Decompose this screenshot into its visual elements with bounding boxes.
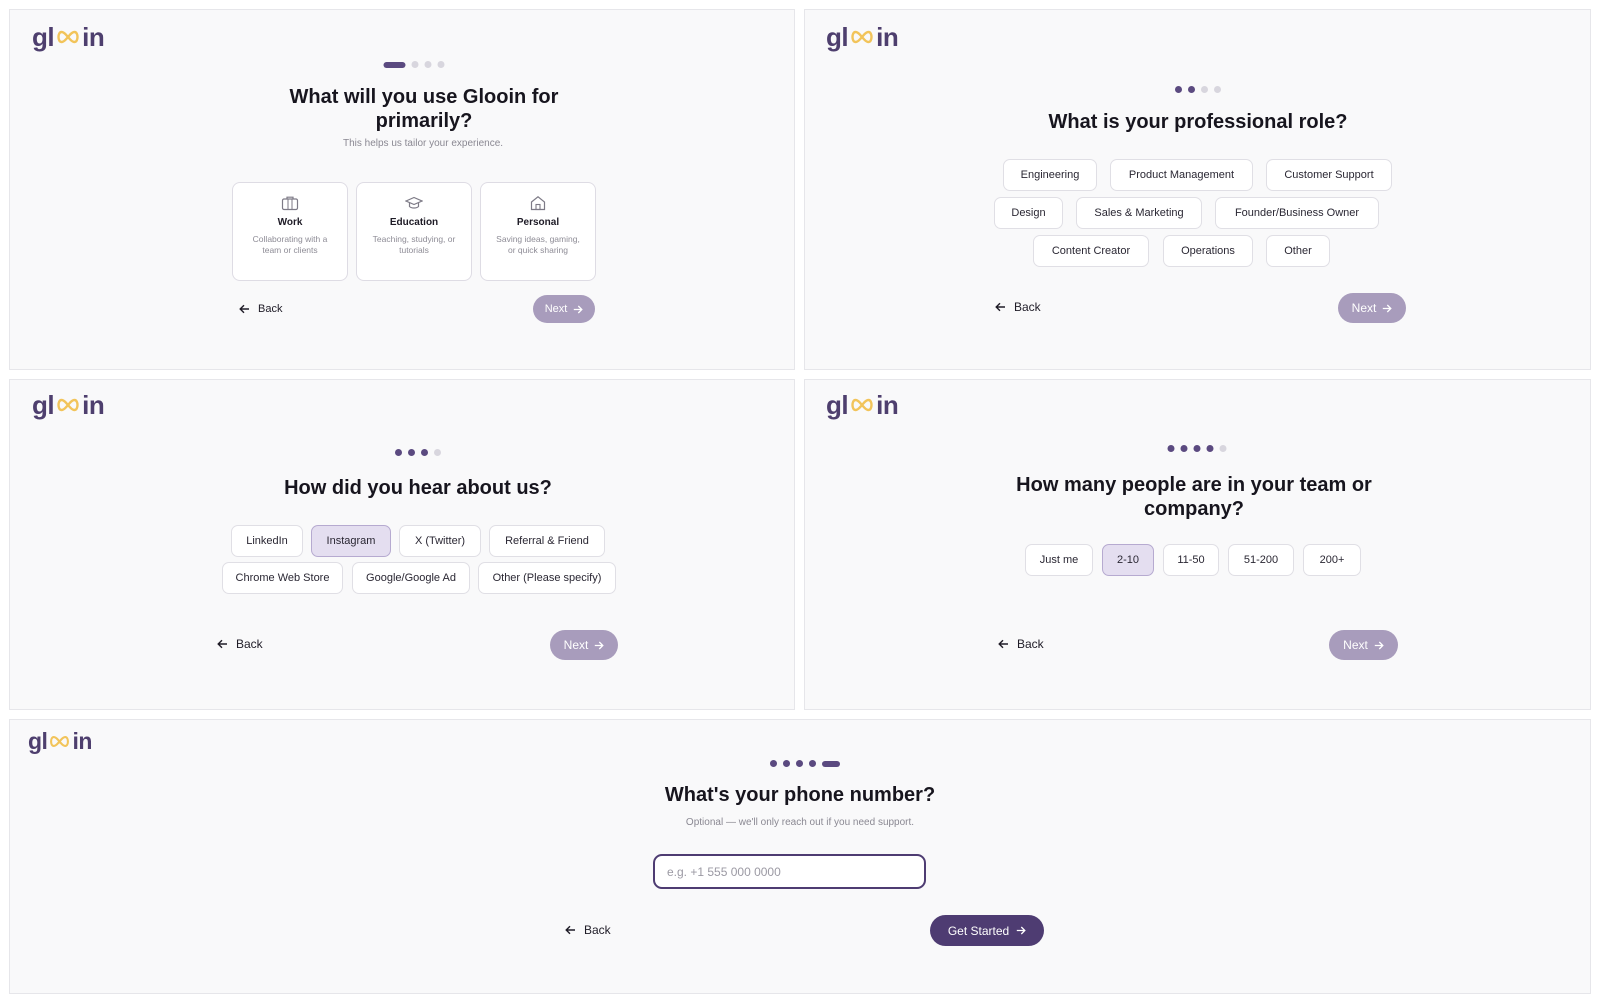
arrow-right-icon [595, 641, 605, 649]
back-button[interactable]: Back [998, 634, 1044, 654]
referral-option-linkedin[interactable]: LinkedIn [231, 525, 303, 557]
progress-dot-active [1206, 445, 1214, 452]
glooin-logo: gl in [826, 22, 899, 52]
referral-option-instagram[interactable]: Instagram [311, 525, 391, 557]
progress-dot-done [1180, 445, 1188, 452]
arrow-left-icon [995, 302, 1005, 312]
progress-dot-done [796, 760, 803, 767]
team-size-option-just-me[interactable]: Just me [1025, 544, 1093, 576]
arrow-right-icon [1374, 641, 1384, 649]
infinity-icon [50, 735, 70, 747]
progress-dot [1214, 86, 1221, 93]
infinity-icon [851, 30, 873, 44]
page-title: What will you use Glooin for primarily? [289, 86, 559, 132]
role-option-other[interactable]: Other [1266, 235, 1330, 267]
arrow-right-icon [1383, 304, 1393, 312]
next-button[interactable]: Next [550, 630, 618, 660]
back-button[interactable]: Back [217, 634, 263, 654]
page-title: How did you hear about us? [284, 477, 552, 499]
progress-dots [383, 61, 445, 68]
progress-dot [424, 61, 432, 68]
phone-input[interactable] [653, 854, 926, 889]
referral-option-referral-friend[interactable]: Referral & Friend [489, 525, 605, 557]
arrow-left-icon [565, 925, 575, 935]
progress-dot [437, 61, 445, 68]
infinity-icon [851, 398, 873, 412]
glooin-logo: gl in [28, 728, 92, 754]
home-icon [530, 196, 546, 211]
team-size-option-200-plus[interactable]: 200+ [1303, 544, 1361, 576]
progress-dot-done [783, 760, 790, 767]
progress-dot-done [770, 760, 777, 767]
next-button[interactable]: Next [1329, 630, 1398, 660]
role-option-content-creator[interactable]: Content Creator [1033, 235, 1149, 267]
role-option-design[interactable]: Design [994, 197, 1063, 229]
next-button[interactable]: Next [1338, 293, 1406, 323]
graduation-cap-icon [405, 196, 423, 209]
progress-dot [1219, 445, 1227, 452]
team-size-option-2-10[interactable]: 2-10 [1102, 544, 1154, 576]
progress-dot-active [421, 449, 428, 456]
role-option-founder-business-owner[interactable]: Founder/Business Owner [1215, 197, 1379, 229]
onboarding-step-referral: gl in How did you hear about us? LinkedI… [9, 379, 795, 710]
onboarding-step-role: gl in What is your professional role? En… [804, 9, 1591, 370]
use-case-card-education[interactable]: Education Teaching, studying, or tutoria… [356, 182, 472, 281]
referral-option-x-twitter[interactable]: X (Twitter) [399, 525, 481, 557]
role-option-operations[interactable]: Operations [1163, 235, 1253, 267]
progress-dots [770, 760, 840, 767]
glooin-logo: gl in [32, 390, 105, 420]
progress-dot-active [383, 61, 406, 68]
progress-dot [411, 61, 419, 68]
role-option-customer-support[interactable]: Customer Support [1266, 159, 1392, 191]
progress-dot-active [822, 760, 840, 767]
progress-dot-done [408, 449, 415, 456]
back-button[interactable]: Back [995, 297, 1041, 317]
progress-dot [434, 449, 441, 456]
onboarding-step-team-size: gl in How many people are in your team o… [804, 379, 1591, 710]
referral-option-google-ad[interactable]: Google/Google Ad [352, 562, 470, 594]
page-title: How many people are in your team or comp… [1016, 474, 1372, 520]
referral-option-other[interactable]: Other (Please specify) [478, 562, 616, 594]
use-case-card-work[interactable]: Work Collaborating with a team or client… [232, 182, 348, 281]
get-started-button[interactable]: Get Started [930, 915, 1044, 946]
team-size-option-51-200[interactable]: 51-200 [1228, 544, 1294, 576]
progress-dots [1167, 445, 1227, 452]
back-button[interactable]: Back [565, 920, 611, 940]
arrow-right-icon [1016, 926, 1026, 935]
onboarding-step-use-case: gl in What will you use Glooin for prima… [9, 9, 795, 370]
team-size-option-11-50[interactable]: 11-50 [1163, 544, 1219, 576]
infinity-icon [57, 30, 79, 44]
arrow-left-icon [217, 639, 227, 649]
onboarding-step-phone: gl in What's your phone number? Optional… [9, 719, 1591, 994]
progress-dots [1175, 86, 1221, 93]
progress-dot-done [1175, 86, 1182, 93]
progress-dots [395, 449, 441, 456]
infinity-icon [57, 398, 79, 412]
progress-dot-done [809, 760, 816, 767]
progress-dot [1201, 86, 1208, 93]
briefcase-icon [281, 196, 299, 211]
role-option-engineering[interactable]: Engineering [1003, 159, 1097, 191]
glooin-logo: gl in [32, 22, 105, 52]
referral-option-chrome-web-store[interactable]: Chrome Web Store [222, 562, 343, 594]
use-case-card-personal[interactable]: Personal Saving ideas, gaming, or quick … [480, 182, 596, 281]
role-option-product-management[interactable]: Product Management [1110, 159, 1253, 191]
arrow-right-icon [574, 305, 584, 313]
progress-dot-active [1188, 86, 1195, 93]
next-button[interactable]: Next [533, 295, 595, 323]
arrow-left-icon [239, 304, 249, 314]
page-subtitle: Optional — we'll only reach out if you n… [685, 817, 915, 828]
progress-dot-done [1167, 445, 1175, 452]
arrow-left-icon [998, 639, 1008, 649]
page-title: What's your phone number? [664, 784, 936, 806]
page-title: What is your professional role? [1048, 111, 1348, 133]
back-button[interactable]: Back [239, 299, 282, 319]
page-subtitle: This helps us tailor your experience. [342, 138, 504, 149]
glooin-logo: gl in [826, 390, 899, 420]
progress-dot-done [395, 449, 402, 456]
role-option-sales-marketing[interactable]: Sales & Marketing [1076, 197, 1202, 229]
progress-dot-done [1193, 445, 1201, 452]
